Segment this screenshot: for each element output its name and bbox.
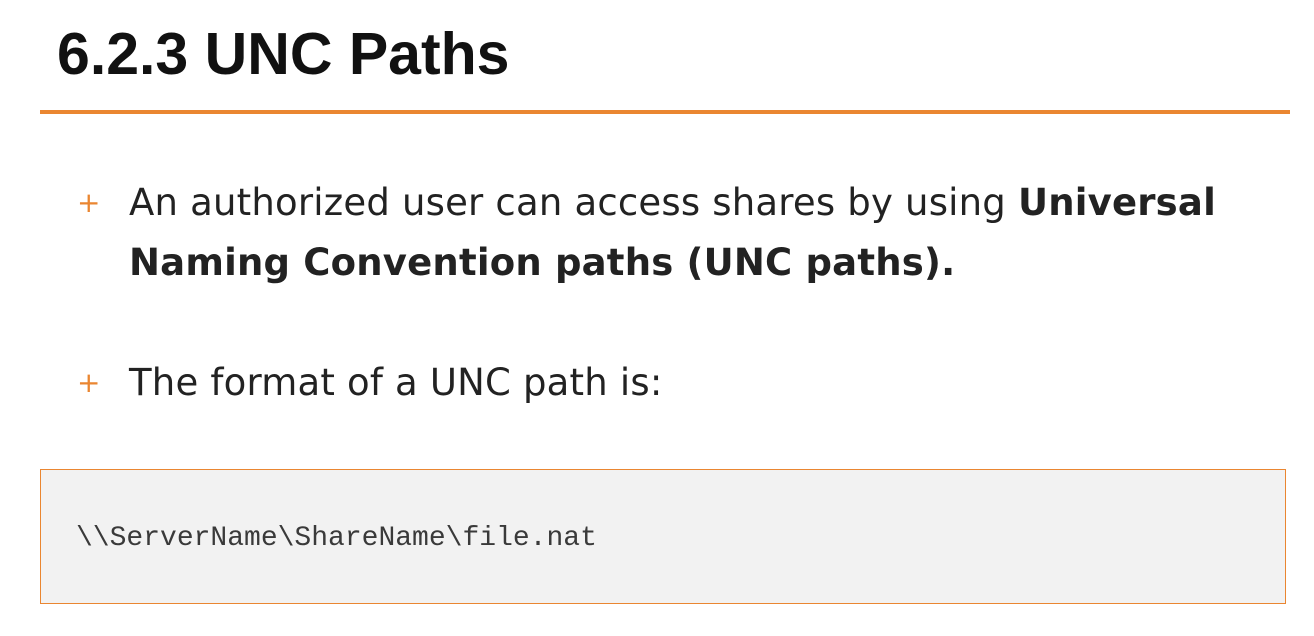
bullet-text: The format of a UNC path is: [129, 361, 663, 404]
bullet-text-regular: An authorized user can access shares by … [129, 181, 1018, 224]
bullet-text: An authorized user can access shares by … [129, 173, 1247, 293]
code-block: \\ServerName\ShareName\file.nat [40, 469, 1286, 604]
bullet-item-unc-format: + The format of a UNC path is: [77, 353, 1247, 413]
plus-bullet-icon: + [77, 366, 101, 399]
page-title: 6.2.3 UNC Paths [57, 21, 510, 87]
bullet-item-unc-access: + An authorized user can access shares b… [77, 173, 1247, 293]
plus-bullet-icon: + [77, 186, 101, 219]
title-underline [40, 110, 1290, 114]
unc-path-example: \\ServerName\ShareName\file.nat [76, 523, 597, 554]
